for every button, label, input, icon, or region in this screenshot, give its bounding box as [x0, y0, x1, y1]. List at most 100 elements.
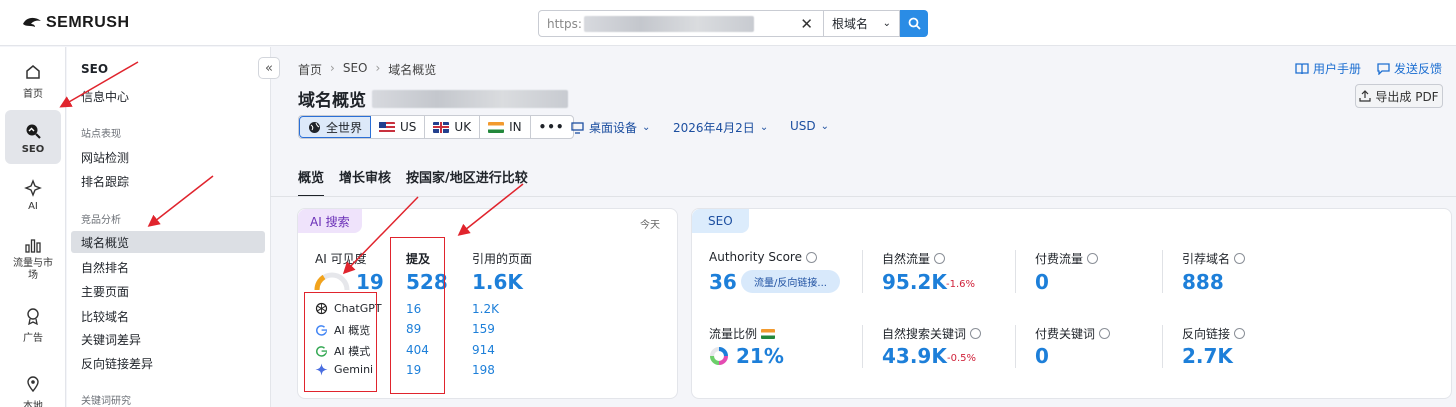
info-icon[interactable] [934, 253, 946, 264]
info-icon[interactable] [805, 251, 817, 263]
tabs: 概览 增长审核 按国家/地区进行比较 [298, 167, 528, 197]
sidebar-item-top-pages[interactable]: 主要页面 [71, 280, 265, 302]
ai-visibility-label: AI 可见度 [315, 252, 367, 266]
tab-growth-audit[interactable]: 增长审核 [339, 167, 391, 197]
paid-keywords-text: 付费关键词 [1035, 327, 1096, 341]
ai-overview-cited[interactable]: 159 [472, 322, 495, 336]
chatgpt-cited[interactable]: 1.2K [472, 302, 499, 316]
rail-item-seo[interactable]: SEO [5, 110, 61, 164]
cited-pages-value: 1.6K [472, 270, 523, 294]
info-icon[interactable] [1087, 253, 1099, 264]
sidebar-item-compare-domains[interactable]: 比较域名 [71, 305, 265, 327]
rail-label: SEO [21, 143, 45, 155]
sidebar-item-info-center[interactable]: 信息中心 [71, 85, 265, 107]
organic-traffic-value[interactable]: 95.2K [882, 270, 947, 294]
tab-compare-countries[interactable]: 按国家/地区进行比较 [406, 167, 528, 197]
sidebar-item-keyword-gap[interactable]: 关键词差异 [71, 328, 265, 350]
sidebar-group-competitive: 竞品分析 [81, 215, 121, 226]
chevron-right-icon: › [330, 61, 335, 75]
page-title: 域名概览 [298, 86, 568, 111]
upload-icon [1359, 90, 1371, 102]
region-label: IN [509, 120, 522, 134]
sidebar-item-domain-overview[interactable]: 域名概览 [71, 231, 265, 253]
rail-item-local[interactable]: 本地 [5, 373, 61, 407]
clear-icon[interactable]: ✕ [800, 15, 813, 33]
paid-keywords-value[interactable]: 0 [1035, 344, 1049, 368]
info-icon[interactable] [1099, 328, 1111, 339]
organic-keywords-delta: -0.5% [947, 353, 977, 364]
seo-card [691, 208, 1452, 399]
search-prefix: https: [547, 16, 582, 31]
region-in[interactable]: IN [480, 116, 531, 138]
visibility-gauge-fill [314, 274, 326, 291]
header-links: 用户手册 发送反馈 [1295, 60, 1442, 77]
search-bar: https: ✕ 根域名 ⌄ [538, 10, 928, 37]
sidebar-item-site-audit[interactable]: 网站检测 [71, 146, 265, 168]
info-icon[interactable] [1234, 253, 1246, 264]
organic-keywords-text: 自然搜索关键词 [882, 327, 967, 341]
sidebar-group-site: 站点表现 [81, 129, 121, 140]
export-pdf-button[interactable]: 导出成 PDF [1355, 84, 1443, 108]
feedback-label: 发送反馈 [1393, 62, 1442, 76]
organic-keywords-value[interactable]: 43.9K [882, 344, 947, 368]
region-label: UK [454, 120, 472, 134]
gemini-cited[interactable]: 198 [472, 363, 495, 377]
sidebar-item-organic-rankings[interactable]: 自然排名 [71, 256, 265, 278]
ai-mode-cited[interactable]: 914 [472, 343, 495, 357]
region-label: US [400, 120, 417, 134]
date-select[interactable]: 2026年4月2日 ⌄ [673, 119, 768, 136]
region-us[interactable]: US [371, 116, 426, 138]
paid-traffic-value[interactable]: 0 [1035, 270, 1049, 294]
rail-label: 广告 [23, 333, 43, 344]
organic-keywords-label: 自然搜索关键词 [882, 325, 982, 342]
rail-label: 首页 [23, 89, 43, 100]
ai-visibility-value: 19 [356, 270, 384, 294]
user-manual-link[interactable]: 用户手册 [1295, 60, 1361, 77]
referring-domains-value[interactable]: 888 [1182, 270, 1224, 294]
divider [862, 250, 863, 293]
sidebar-item-backlink-gap[interactable]: 反向链接差异 [71, 352, 265, 374]
traffic-share-text: 流量比例 [709, 327, 758, 341]
seo-badge: SEO [692, 209, 749, 233]
tab-overview[interactable]: 概览 [298, 167, 325, 197]
traffic-share-value[interactable]: 21% [736, 344, 784, 368]
feedback-link[interactable]: 发送反馈 [1377, 60, 1442, 77]
breadcrumb-seo[interactable]: SEO [343, 61, 368, 78]
rail-label: 本地 [23, 401, 43, 407]
redacted-domain-title [372, 89, 568, 108]
divider [1015, 250, 1016, 293]
authority-score-value[interactable]: 36 [709, 270, 737, 294]
info-icon[interactable] [970, 328, 982, 339]
device-select[interactable]: 桌面设备 ⌄ [571, 119, 650, 136]
traffic-icon [22, 234, 44, 256]
info-icon[interactable] [1234, 328, 1246, 339]
collapse-sidebar-button[interactable]: « [258, 57, 280, 79]
currency-select[interactable]: USD ⌄ [790, 119, 829, 133]
book-icon [1295, 62, 1309, 74]
us-flag-icon [379, 121, 396, 133]
rail-item-ads[interactable]: 广告 [5, 305, 61, 344]
domain-search-input[interactable]: https: ✕ [538, 10, 824, 37]
region-label: 全世界 [326, 120, 363, 135]
rail-item-ai[interactable]: AI [5, 177, 61, 212]
uk-flag-icon [433, 121, 450, 133]
sidebar-item-rank-tracking[interactable]: 排名跟踪 [71, 170, 265, 192]
logo[interactable]: SEMRUSH [22, 14, 130, 32]
scope-select[interactable]: 根域名 ⌄ [824, 10, 900, 37]
in-flag-icon [761, 328, 776, 339]
chevron-down-icon: ⌄ [820, 120, 830, 132]
user-manual-label: 用户手册 [1312, 62, 1361, 76]
rail-item-home[interactable]: 首页 [5, 61, 61, 100]
region-worldwide[interactable]: 全世界 [299, 116, 372, 138]
breadcrumb-current: 域名概览 [388, 63, 437, 77]
more-regions-button[interactable]: ••• [531, 116, 573, 138]
region-uk[interactable]: UK [425, 116, 481, 138]
sidebar-group-keyword-research: 关键词研究 [81, 396, 131, 407]
backlinks-value[interactable]: 2.7K [1182, 344, 1233, 368]
breadcrumb-home[interactable]: 首页 [298, 61, 322, 78]
authority-breakdown-pill[interactable]: 流量/反向链接... [741, 270, 840, 293]
divider [1162, 250, 1163, 293]
location-icon [22, 373, 44, 395]
search-button[interactable] [900, 10, 928, 37]
rail-item-traffic[interactable]: 流量与市场 [5, 234, 61, 282]
